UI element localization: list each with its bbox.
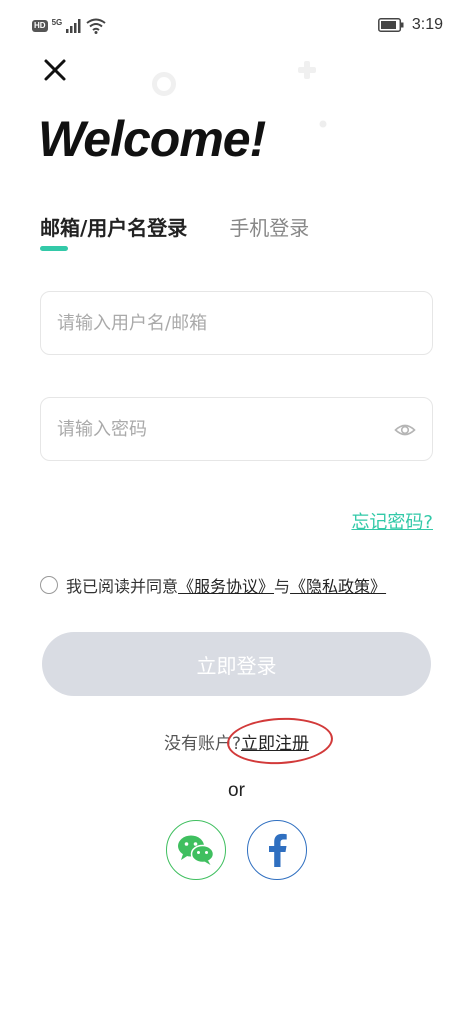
close-icon — [44, 59, 66, 81]
status-right: 3:19 — [377, 16, 443, 34]
agreement-joiner: 与 — [274, 577, 291, 596]
agreement-row: 我已阅读并同意 《服务协议》 与 《隐私政策》 — [40, 573, 386, 597]
wechat-login-button[interactable] — [166, 820, 226, 880]
battery-icon — [377, 18, 404, 32]
eye-icon — [394, 424, 416, 436]
signal-icon — [66, 19, 81, 33]
password-field — [40, 397, 433, 461]
welcome-title: Welcome! — [38, 111, 266, 167]
hd-badge: HD — [32, 20, 48, 32]
annotation-circle — [225, 715, 335, 767]
service-agreement-link[interactable]: 《服务协议》 — [178, 573, 274, 597]
wechat-icon — [178, 835, 215, 865]
close-button[interactable] — [40, 55, 70, 85]
active-tab-indicator — [40, 246, 68, 251]
forgot-password-link[interactable]: 忘记密码? — [351, 508, 433, 534]
wifi-icon — [86, 18, 106, 34]
facebook-login-button[interactable] — [247, 820, 307, 880]
status-left: HD 5G — [32, 18, 106, 34]
status-time: 3:19 — [411, 16, 443, 33]
decorative-plus — [298, 61, 316, 79]
agreement-checkbox[interactable] — [40, 576, 58, 594]
login-button[interactable]: 立即登录 — [42, 632, 431, 696]
tab-email-login[interactable]: 邮箱/用户名登录 — [40, 212, 187, 241]
status-bar: HD 5G 3:19 — [0, 0, 473, 54]
or-divider-text: or — [228, 780, 245, 801]
privacy-policy-link[interactable]: 《隐私政策》 — [290, 573, 386, 597]
network-label: 5G — [51, 17, 63, 27]
facebook-icon — [269, 833, 287, 867]
password-input[interactable] — [41, 398, 432, 460]
toggle-password-visibility[interactable] — [394, 419, 416, 441]
username-input[interactable] — [41, 292, 432, 354]
login-tabs: 邮箱/用户名登录 手机登录 — [40, 212, 309, 241]
agreement-prefix: 我已阅读并同意 — [66, 577, 179, 596]
tab-phone-login[interactable]: 手机登录 — [229, 212, 309, 241]
username-field — [40, 291, 433, 355]
decorative-ring — [152, 72, 176, 96]
decorative-dot — [319, 120, 327, 128]
